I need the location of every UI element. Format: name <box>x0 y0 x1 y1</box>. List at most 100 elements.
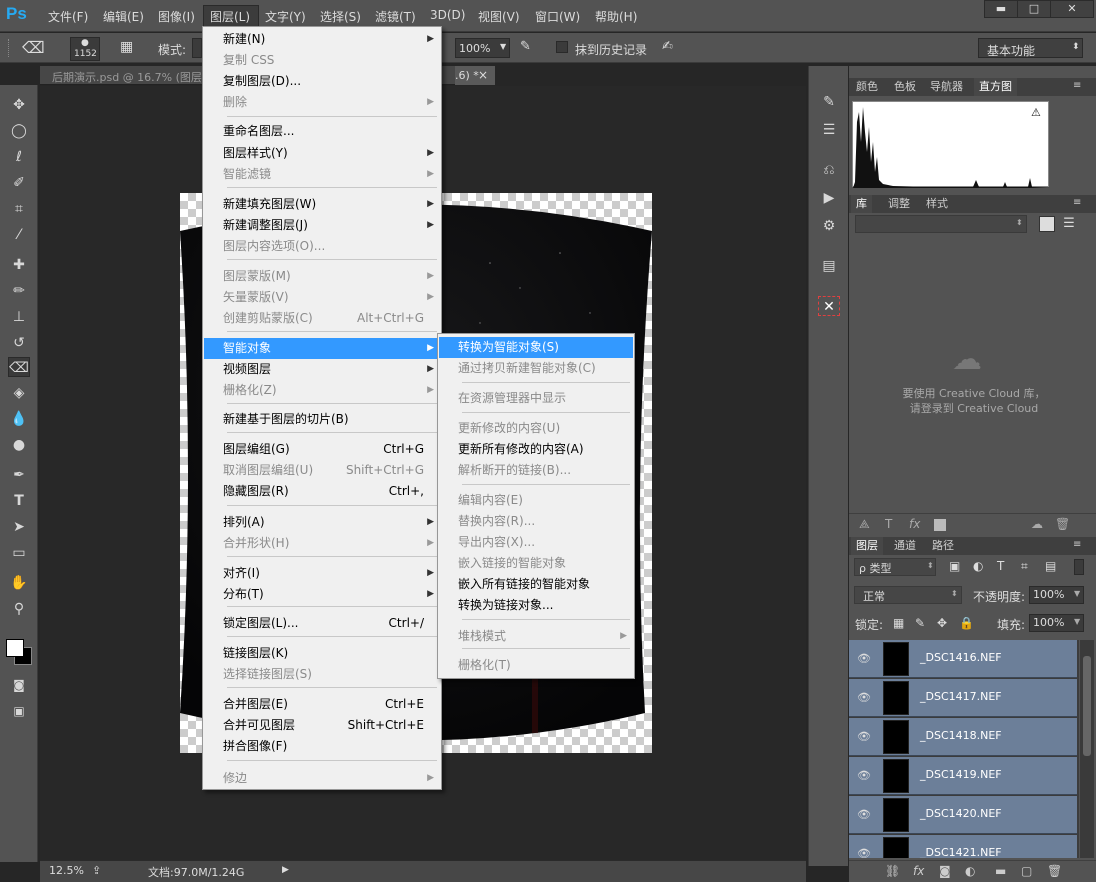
type-tool-icon[interactable]: T <box>8 491 30 511</box>
pressure-icon[interactable]: ✍ <box>662 39 682 57</box>
menu-file[interactable]: 文件(F) <box>48 8 88 25</box>
sync-icon[interactable]: ☁ <box>1031 517 1043 531</box>
healing-brush-tool-icon[interactable]: ✚ <box>8 255 30 275</box>
tab-adjustments[interactable]: 调整 <box>883 195 915 213</box>
lasso-tool-icon[interactable]: ℓ <box>8 147 30 167</box>
menu-item[interactable]: 复制 CSS <box>204 50 440 71</box>
lock-paint-icon[interactable]: ✎ <box>915 616 925 630</box>
pen-tool-icon[interactable]: ✒ <box>8 465 30 485</box>
maximize-button[interactable]: □ <box>1017 0 1051 18</box>
layer-row[interactable]: 👁 _DSC1418.NEF <box>849 718 1077 756</box>
zoom-tool-icon[interactable]: ⚲ <box>8 599 30 619</box>
menu-item[interactable]: 新建基于图层的切片(B) <box>204 409 440 430</box>
layers-scrollbar[interactable] <box>1080 640 1094 858</box>
tab-paths[interactable]: 路径 <box>927 537 959 555</box>
menu-3d[interactable]: 3D(D) <box>430 8 465 22</box>
brush-panel-icon[interactable]: ▦ <box>120 39 138 57</box>
zoom-level[interactable]: 12.5% <box>49 864 84 877</box>
quick-select-tool-icon[interactable]: ✐ <box>8 173 30 193</box>
menu-item[interactable]: 矢量蒙版(V) ▶ <box>204 287 440 308</box>
menu-item[interactable]: 转换为智能对象(S) <box>439 337 633 358</box>
tool-presets-icon[interactable]: ⚙ <box>818 216 840 236</box>
menu-item[interactable]: 选择链接图层(S) <box>204 664 440 685</box>
status-menu-arrow-icon[interactable]: ▶ <box>282 865 289 875</box>
menu-item[interactable]: 链接图层(K) <box>204 643 440 664</box>
quick-mask-icon[interactable]: ◙ <box>8 675 30 695</box>
menu-item[interactable]: 更新修改的内容(U) <box>439 418 633 439</box>
workspace-select[interactable]: 基本功能 ⬍ <box>978 38 1083 58</box>
move-tool-icon[interactable]: ✥ <box>8 95 30 115</box>
rectangle-tool-icon[interactable]: ▭ <box>8 543 30 563</box>
menu-item[interactable]: 替换内容(R)... <box>439 511 633 532</box>
visibility-eye-icon[interactable]: 👁 <box>856 651 872 667</box>
delete-layer-icon[interactable]: 🗑 <box>1047 864 1062 878</box>
menu-item[interactable]: 导出内容(X)... <box>439 532 633 553</box>
menu-item[interactable]: 在资源管理器中显示 <box>439 388 633 409</box>
warning-icon[interactable]: ⚠ <box>1031 106 1041 119</box>
link-layers-icon[interactable]: ⛓ <box>885 864 900 878</box>
trash-icon[interactable]: 🗑 <box>1055 517 1070 531</box>
mode-select[interactable] <box>192 38 202 58</box>
history-brush-tool-icon[interactable]: ↺ <box>8 333 30 353</box>
eyedropper-tool-icon[interactable]: ⁄ <box>8 225 30 245</box>
history-icon[interactable]: ⎌ <box>818 160 840 180</box>
close-button[interactable]: ✕ <box>1050 0 1094 18</box>
visibility-eye-icon[interactable]: 👁 <box>856 807 872 823</box>
menu-item[interactable]: 堆栈模式 ▶ <box>439 626 633 647</box>
list-view-icon[interactable]: ☰ <box>1061 216 1077 232</box>
visibility-eye-icon[interactable]: 👁 <box>856 846 872 858</box>
lock-transparent-icon[interactable]: ▦ <box>893 616 904 630</box>
panel-menu-icon[interactable]: ≡ <box>1073 80 1081 91</box>
visibility-eye-icon[interactable]: 👁 <box>856 729 872 745</box>
library-select[interactable]: ⬍ <box>855 215 1027 233</box>
menu-item[interactable]: 复制图层(D)... <box>204 71 440 92</box>
menu-item[interactable]: 新建调整图层(J) ▶ <box>204 215 440 236</box>
menu-item[interactable]: 对齐(I) ▶ <box>204 563 440 584</box>
paint-bucket-tool-icon[interactable]: ◈ <box>8 383 30 403</box>
filter-toggle[interactable] <box>1074 559 1084 575</box>
menu-item[interactable]: 重命名图层... <box>204 121 440 142</box>
menu-view[interactable]: 视图(V) <box>478 8 520 25</box>
dodge-tool-icon[interactable]: ● <box>8 435 30 455</box>
menu-image[interactable]: 图像(I) <box>158 8 195 25</box>
menu-item[interactable]: 解析断开的链接(B)... <box>439 460 633 481</box>
menu-window[interactable]: 窗口(W) <box>535 8 580 25</box>
menu-item[interactable]: 删除 ▶ <box>204 92 440 113</box>
menu-item[interactable]: 通过拷贝新建智能对象(C) <box>439 358 633 379</box>
actions-icon[interactable]: ▶ <box>818 188 840 208</box>
new-group-icon[interactable]: ▬ <box>995 864 1006 878</box>
menu-edit[interactable]: 编辑(E) <box>103 8 144 25</box>
layer-row[interactable]: 👁 _DSC1416.NEF <box>849 640 1077 678</box>
minimize-button[interactable]: ▬ <box>984 0 1018 18</box>
tab-channels[interactable]: 通道 <box>889 537 921 555</box>
menu-item[interactable]: 转换为链接对象... <box>439 595 633 616</box>
blend-mode-select[interactable]: 正常 ⬍ <box>854 586 962 604</box>
panel-menu-icon[interactable]: ≡ <box>1073 197 1081 208</box>
crop-tool-icon[interactable]: ⌗ <box>8 199 30 219</box>
tab-color[interactable]: 颜色 <box>851 78 883 96</box>
panel-menu-icon[interactable]: ≡ <box>1073 539 1081 550</box>
stamp-tool-icon[interactable]: ⊥ <box>8 307 30 327</box>
menu-item[interactable]: 隐藏图层(R) Ctrl+, <box>204 481 440 502</box>
menu-item[interactable]: 图层蒙版(M) ▶ <box>204 266 440 287</box>
menu-item[interactable]: 锁定图层(L)... Ctrl+/ <box>204 613 440 634</box>
add-style-icon[interactable]: fx <box>909 517 920 531</box>
share-icon[interactable]: ⇪ <box>92 864 101 877</box>
tab-navigator[interactable]: 导航器 <box>925 78 968 96</box>
brush-preset-picker[interactable]: ● 1152 <box>70 37 100 61</box>
new-layer-icon[interactable]: ▢ <box>1021 864 1032 878</box>
tab-layers[interactable]: 图层 <box>851 537 883 555</box>
menu-filter[interactable]: 滤镜(T) <box>375 8 416 25</box>
add-color-icon[interactable] <box>934 519 946 531</box>
lock-position-icon[interactable]: ✥ <box>937 616 947 630</box>
path-select-tool-icon[interactable]: ➤ <box>8 517 30 537</box>
layer-row[interactable]: 👁 _DSC1417.NEF <box>849 679 1077 717</box>
airbrush-icon[interactable]: ✎ <box>520 39 540 57</box>
hand-tool-icon[interactable]: ✋ <box>8 573 30 593</box>
brush-tool-icon[interactable]: ✏ <box>8 281 30 301</box>
menu-item[interactable]: 嵌入所有链接的智能对象 <box>439 574 633 595</box>
menu-item[interactable]: 图层内容选项(O)... <box>204 236 440 257</box>
tab-swatches[interactable]: 色板 <box>889 78 921 96</box>
menu-type[interactable]: 文字(Y) <box>265 8 306 25</box>
flow-input[interactable]: 100% ▼ <box>455 38 510 58</box>
